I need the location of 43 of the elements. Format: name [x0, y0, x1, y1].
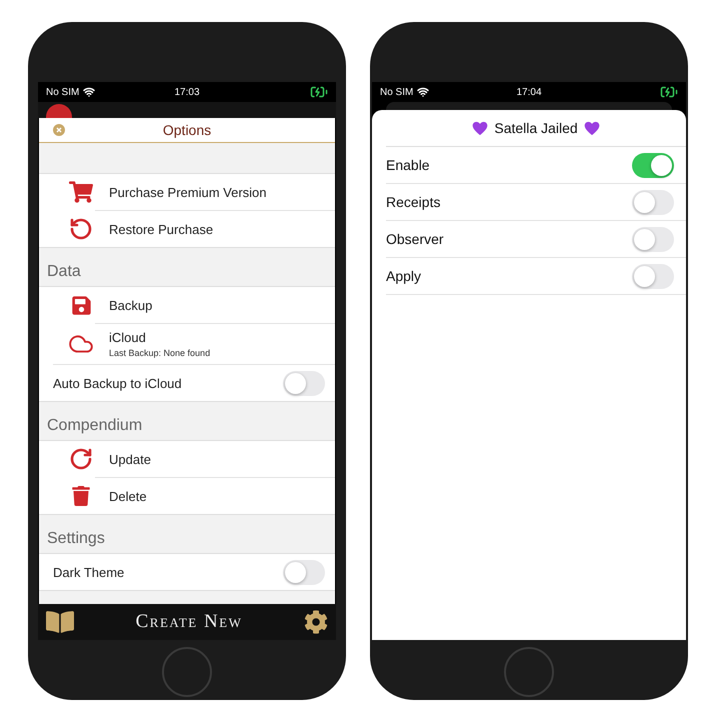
status-time: 17:03 [174, 86, 200, 98]
cart-icon [69, 180, 93, 204]
row-label[interactable]: Delete [109, 488, 325, 504]
restore-icon [69, 217, 93, 241]
trash-icon [71, 486, 91, 506]
settings-icon[interactable] [304, 610, 328, 634]
book-icon[interactable] [46, 608, 74, 636]
home-button[interactable] [504, 647, 554, 697]
carrier-label: No SIM [46, 86, 80, 98]
section-header: Settings [47, 530, 105, 548]
row-label: Apply [386, 268, 422, 284]
section-header: Compendium [47, 417, 142, 435]
toggle-switch[interactable] [283, 370, 325, 396]
toggle-switch[interactable] [632, 190, 674, 214]
row-label: Dark Theme [53, 564, 126, 580]
toggle-switch[interactable] [283, 560, 325, 584]
row-label[interactable]: iCloud [109, 330, 325, 345]
status-time: 17:04 [516, 86, 542, 98]
logo-icon [46, 104, 72, 118]
heart-icon [472, 120, 488, 136]
refresh-icon [69, 447, 93, 471]
toggle-switch[interactable] [632, 152, 674, 178]
wifi-icon [417, 86, 430, 98]
close-icon[interactable] [53, 124, 65, 136]
wifi-icon [83, 86, 96, 98]
toggle-switch[interactable] [632, 264, 674, 288]
heart-icon [584, 120, 600, 136]
carrier-label: No SIM [380, 86, 414, 98]
row-label: Auto Backup to iCloud [53, 376, 183, 390]
row-label[interactable]: Purchase Premium Version [109, 184, 325, 200]
sheet-title: Options [162, 122, 212, 138]
row-label[interactable]: Backup [109, 298, 325, 312]
row-label: Enable [386, 157, 431, 173]
section-header: Data [47, 263, 81, 281]
row-label: Receipts [386, 194, 442, 210]
row-label[interactable]: Update [109, 452, 325, 466]
row-label[interactable]: Restore Purchase [109, 222, 325, 236]
home-button[interactable] [162, 647, 212, 697]
row-subtitle: Last Backup: None found [109, 348, 212, 358]
create-new-button[interactable]: Create New [136, 611, 242, 633]
row-label: Observer [386, 231, 445, 247]
toggle-switch[interactable] [632, 226, 674, 252]
sheet-title: Satella Jailed [494, 120, 578, 136]
